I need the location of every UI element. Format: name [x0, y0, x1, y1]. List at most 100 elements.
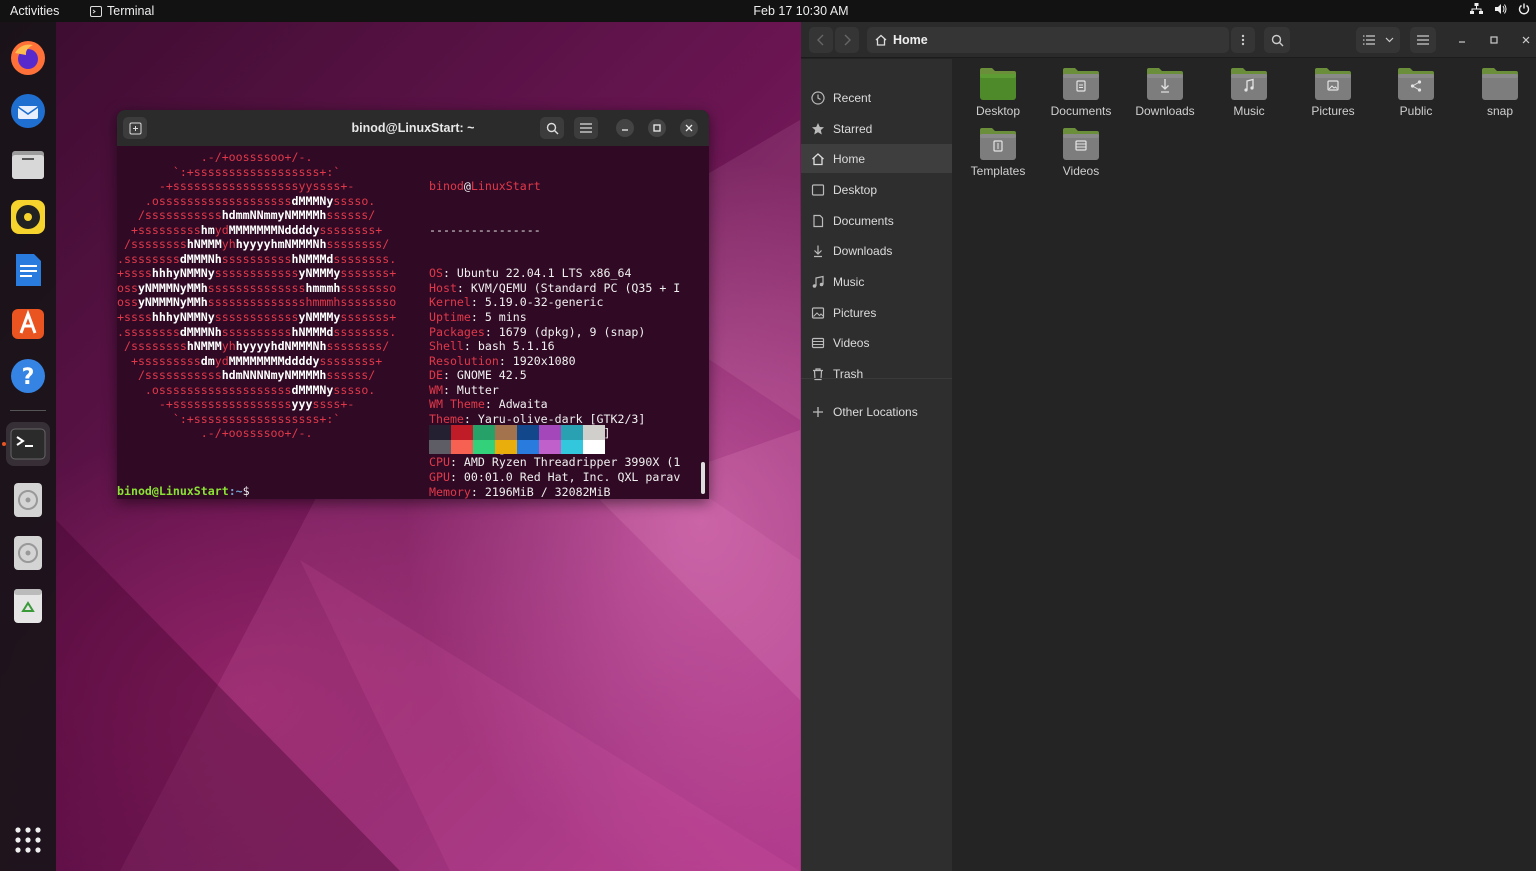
- kebab-icon: [1241, 34, 1245, 46]
- folder-pictures[interactable]: Pictures: [1293, 66, 1373, 118]
- files-icon[interactable]: [6, 142, 50, 186]
- folder-icon: [1480, 66, 1520, 102]
- info-value: : Adwaita: [484, 397, 548, 412]
- folder-public[interactable]: Public: [1376, 66, 1456, 118]
- help-icon[interactable]: ?: [6, 354, 50, 398]
- clock[interactable]: Feb 17 10:30 AM: [0, 4, 1536, 18]
- ascii-line: `:+ssssssssssssssssss+:`: [117, 411, 341, 426]
- minimize-button[interactable]: [1451, 27, 1473, 53]
- menu-button[interactable]: [574, 117, 598, 139]
- places-sidebar: Recent Starred Home Desktop Documents Downloa…: [801, 59, 952, 871]
- close-button[interactable]: [680, 119, 698, 137]
- sidebar-item-label: Desktop: [833, 182, 878, 197]
- sidebar-item-recent[interactable]: Recent: [801, 83, 952, 112]
- minimize-icon: [1459, 41, 1465, 43]
- palette-swatch: [561, 425, 583, 440]
- search-button[interactable]: [1264, 27, 1290, 53]
- files-window[interactable]: Home Recent Starred Home Desktop Documents Do…: [801, 22, 1536, 871]
- ascii-line: .ssssssssdMMMNhsssssssssshNMMMdssssssss.: [117, 251, 397, 266]
- clock-icon: [811, 90, 825, 105]
- folder-downloads[interactable]: Downloads: [1125, 66, 1205, 118]
- sidebar-item-documents[interactable]: Documents: [801, 206, 952, 235]
- sidebar-item-label: Starred: [833, 121, 873, 136]
- main-menu-button[interactable]: [1410, 27, 1436, 53]
- sidebar-item-home[interactable]: Home: [801, 144, 952, 173]
- forward-button[interactable]: [835, 27, 859, 53]
- folder-music[interactable]: Music: [1209, 66, 1289, 118]
- folder-label: snap: [1486, 104, 1514, 118]
- ascii-line: /sssssssshNMMMyhhyyyyhdNMMMNhssssssss/: [117, 339, 390, 354]
- disc-icon[interactable]: [6, 531, 50, 575]
- folder-label: Downloads: [1135, 104, 1195, 118]
- sidebar-item-downloads[interactable]: Downloads: [801, 236, 952, 265]
- chevron-down-icon: [1385, 37, 1393, 43]
- terminal-window[interactable]: binod@LinuxStart: ~ .-/+oossssoo+/-. `:+…: [117, 110, 709, 499]
- ascii-line: -+sssssssssssssssssyyyssss+-: [117, 397, 355, 412]
- close-button[interactable]: [1515, 27, 1536, 53]
- path-menu-button[interactable]: [1231, 27, 1255, 53]
- videos-icon: [811, 336, 825, 350]
- ascii-line: +ssssssssshmydMMMMMMMNddddyssssssss+: [117, 222, 383, 237]
- ascii-line: ossyNMMMNyMMhsssssssssssssshmmmhssssssso: [117, 295, 397, 310]
- palette-swatch: [517, 439, 539, 454]
- ascii-line: -+ssssssssssssssssssyyssss+-: [117, 179, 355, 194]
- terminal-scrollbar[interactable]: [701, 462, 705, 494]
- folder-desktop[interactable]: Desktop: [958, 66, 1038, 118]
- terminal-titlebar[interactable]: binod@LinuxStart: ~: [117, 110, 709, 146]
- sidebar-item-videos[interactable]: Videos: [801, 328, 952, 357]
- sidebar-item-desktop[interactable]: Desktop: [801, 175, 952, 204]
- path-bar[interactable]: Home: [867, 27, 1229, 53]
- libreoffice-writer-icon[interactable]: [6, 248, 50, 292]
- files-headerbar[interactable]: Home: [801, 22, 1536, 58]
- info-key: Theme: [429, 411, 464, 426]
- info-line: Resolution: 1920x1080: [429, 354, 709, 369]
- sidebar-item-pictures[interactable]: Pictures: [801, 298, 952, 327]
- minimize-button[interactable]: [616, 119, 634, 137]
- info-line: Packages: 1679 (dpkg), 9 (snap): [429, 325, 709, 340]
- info-key: OS: [429, 266, 443, 281]
- folder-label: Desktop: [975, 104, 1021, 118]
- palette-swatch: [451, 425, 473, 440]
- maximize-button[interactable]: [648, 119, 666, 137]
- maximize-button[interactable]: [1483, 27, 1505, 53]
- back-button[interactable]: [809, 27, 833, 53]
- maximize-icon: [653, 124, 661, 132]
- home-icon: [811, 152, 825, 166]
- folder-label: Templates: [970, 164, 1026, 178]
- search-button[interactable]: [540, 117, 564, 139]
- app-grid-icon[interactable]: [6, 818, 50, 862]
- info-key: DE: [429, 368, 443, 383]
- sidebar-item-label: Documents: [833, 213, 894, 228]
- terminal-icon[interactable]: [6, 422, 50, 466]
- trash-icon[interactable]: [6, 584, 50, 628]
- info-key: CPU: [429, 455, 450, 470]
- sidebar-item-music[interactable]: Music: [801, 267, 952, 296]
- app-center-icon[interactable]: [6, 301, 50, 345]
- info-key: Resolution: [429, 353, 499, 368]
- shell-prompt[interactable]: binod@LinuxStart:~$: [117, 484, 257, 499]
- terminal-output[interactable]: .-/+oossssoo+/-. `:+ssssssssssssssssss+:…: [117, 146, 709, 499]
- folder-documents[interactable]: Documents: [1041, 66, 1121, 118]
- folder-snap[interactable]: snap: [1460, 66, 1536, 118]
- firefox-icon[interactable]: [6, 36, 50, 80]
- pictures-icon: [811, 306, 825, 320]
- folder-videos[interactable]: Videos: [1041, 126, 1121, 178]
- info-value: : 00:01.0 Red Hat, Inc. QXL parav: [449, 470, 681, 485]
- ascii-line: .ssssssssdMMMNhsssssssssshNMMMdssssssss.: [117, 324, 397, 339]
- view-toggle-button[interactable]: [1356, 27, 1400, 53]
- palette-swatch: [539, 439, 561, 454]
- rhythmbox-icon[interactable]: [6, 195, 50, 239]
- info-line: WM: Mutter: [429, 383, 709, 398]
- documents-icon: [811, 214, 825, 228]
- system-tray[interactable]: [1470, 3, 1530, 15]
- folder-templates[interactable]: Templates: [958, 126, 1038, 178]
- sidebar-item-starred[interactable]: Starred: [801, 114, 952, 143]
- palette-swatch: [473, 425, 495, 440]
- thunderbird-icon[interactable]: [6, 89, 50, 133]
- network-icon: [1470, 3, 1483, 14]
- disc-icon[interactable]: [6, 478, 50, 522]
- sidebar-item-trash[interactable]: Trash: [801, 359, 952, 388]
- sidebar-item-other-locations[interactable]: Other Locations: [801, 397, 952, 426]
- path-label: Home: [893, 33, 928, 47]
- ascii-line: /sssssssshNMMMyhhyyyyhmNMMMNhssssssss/: [117, 237, 390, 252]
